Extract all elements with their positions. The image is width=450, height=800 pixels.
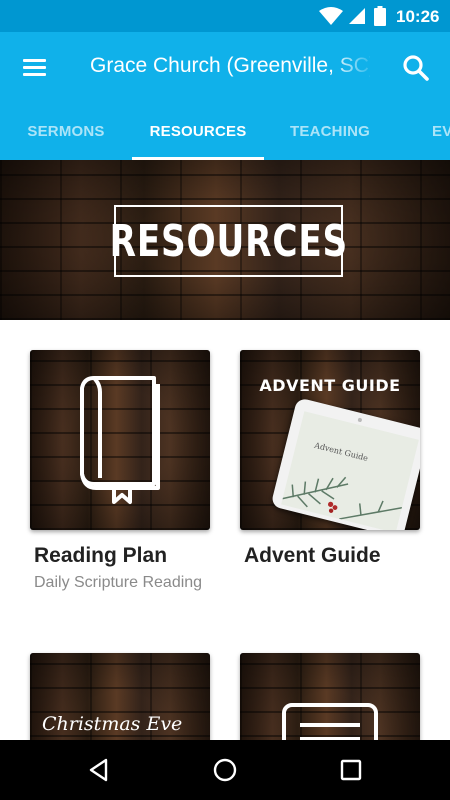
card-image-heading: ADVENT GUIDE (259, 376, 401, 395)
tab-bar: SERMONS RESOURCES TEACHING EVENTS (0, 114, 450, 160)
banner-title: RESOURCES (109, 215, 348, 267)
app-screen: 10:26 Grace Church (Greenville, SC) SERM… (0, 0, 450, 800)
banner-title-box: RESOURCES (109, 205, 347, 277)
card-image-text: Christmas Eve (42, 713, 183, 735)
card-title: Advent Guide (244, 544, 381, 567)
signal-icon (349, 8, 365, 24)
tab-events[interactable]: EVENTS (432, 114, 450, 160)
title-fade (330, 52, 376, 86)
status-bar: 10:26 (0, 0, 450, 32)
system-navigation-bar (0, 740, 450, 800)
card-subtitle: Daily Scripture Reading (34, 574, 203, 591)
home-icon[interactable] (212, 757, 238, 783)
battery-icon (374, 6, 386, 26)
recent-apps-icon[interactable] (338, 757, 364, 783)
book-icon (80, 376, 160, 504)
card-image (30, 350, 210, 530)
hamburger-menu-icon[interactable] (18, 52, 52, 82)
search-icon[interactable] (400, 52, 432, 84)
tab-teaching[interactable]: TEACHING (264, 114, 396, 160)
app-bar: Grace Church (Greenville, SC) SERMONS RE… (0, 32, 450, 160)
back-icon[interactable] (86, 757, 112, 783)
wifi-icon (319, 7, 343, 25)
card-title: Reading Plan (34, 544, 168, 567)
reading-plan-card[interactable]: Reading Plan Daily Scripture Reading (30, 350, 210, 600)
app-title: Grace Church (Greenville, SC) (90, 54, 370, 77)
status-time: 10:26 (396, 7, 440, 26)
resources-banner: RESOURCES (0, 160, 450, 320)
advent-guide-card[interactable]: ADVENT GUIDE Advent Guide Advent Guide (240, 350, 420, 600)
tab-resources[interactable]: RESOURCES (132, 114, 264, 160)
card-image: ADVENT GUIDE Advent Guide (240, 350, 420, 530)
tablet-screen: Advent Guide (281, 411, 419, 530)
tab-sermons[interactable]: SERMONS (0, 114, 132, 160)
